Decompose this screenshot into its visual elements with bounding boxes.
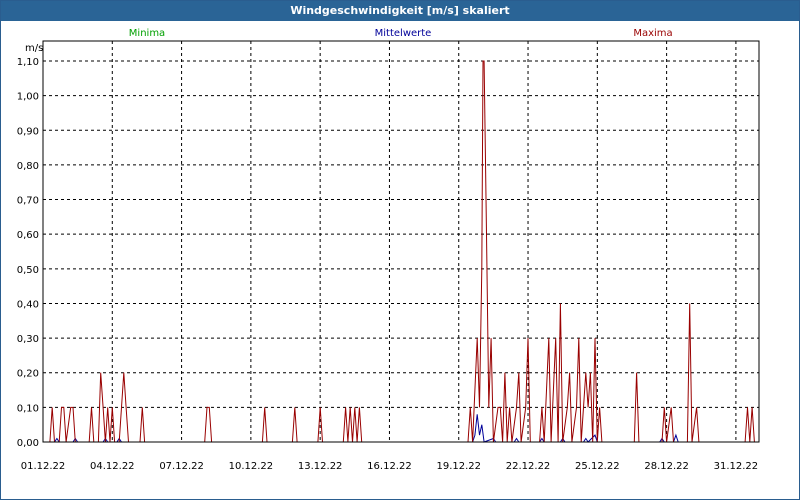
y-tick-label: 0,40 (17, 299, 39, 310)
legend-mittelwerte: Mittelwerte (375, 28, 432, 39)
y-tick-label: 0,30 (17, 334, 39, 345)
series-lines (43, 60, 759, 443)
x-tick-label: 10.12.22 (229, 461, 274, 472)
y-tick-label: 0,70 (17, 196, 39, 207)
window-title: Windgeschwindigkeit [m/s] skaliert (1, 1, 799, 21)
axis-ticks: 0,00 0,10 0,20 0,30 0,40 0,50 0,60 0,70 0,80 0,90… (17, 57, 758, 472)
plot-frame (42, 40, 760, 443)
y-tick-label: 0,60 (17, 230, 39, 241)
x-tick-label: 07.12.22 (159, 461, 204, 472)
y-tick-label: 0,10 (17, 403, 39, 414)
y-tick-label: 0,80 (17, 161, 39, 172)
x-tick-label: 19.12.22 (436, 461, 481, 472)
x-tick-label: 28.12.22 (644, 461, 689, 472)
grid (43, 41, 759, 443)
series-line-mittelwerte (43, 414, 759, 443)
chart-window: Windgeschwindigkeit [m/s] skaliert 0,00 0… (0, 0, 800, 500)
legend-minima: Minima (129, 28, 165, 39)
legend-maxima: Maxima (633, 28, 672, 39)
x-tick-label: 16.12.22 (367, 461, 412, 472)
x-tick-label: 04.12.22 (90, 461, 135, 472)
y-tick-label: 1,10 (17, 57, 39, 68)
y-axis-unit: m/s (25, 43, 43, 54)
x-tick-label: 25.12.22 (575, 461, 620, 472)
x-tick-label: 22.12.22 (506, 461, 551, 472)
x-tick-label: 01.12.22 (21, 461, 66, 472)
wind-speed-chart: 0,00 0,10 0,20 0,30 0,40 0,50 0,60 0,70 0,80 0,90… (17, 28, 760, 472)
x-tick-label: 31.12.22 (714, 461, 759, 472)
y-tick-label: 0,50 (17, 265, 39, 276)
series-line-maxima (43, 60, 759, 443)
x-tick-label: 13.12.22 (298, 461, 343, 472)
y-tick-label: 0,20 (17, 369, 39, 380)
y-tick-label: 0,00 (17, 438, 39, 449)
y-tick-label: 0,90 (17, 126, 39, 137)
y-tick-label: 1,00 (17, 92, 39, 103)
